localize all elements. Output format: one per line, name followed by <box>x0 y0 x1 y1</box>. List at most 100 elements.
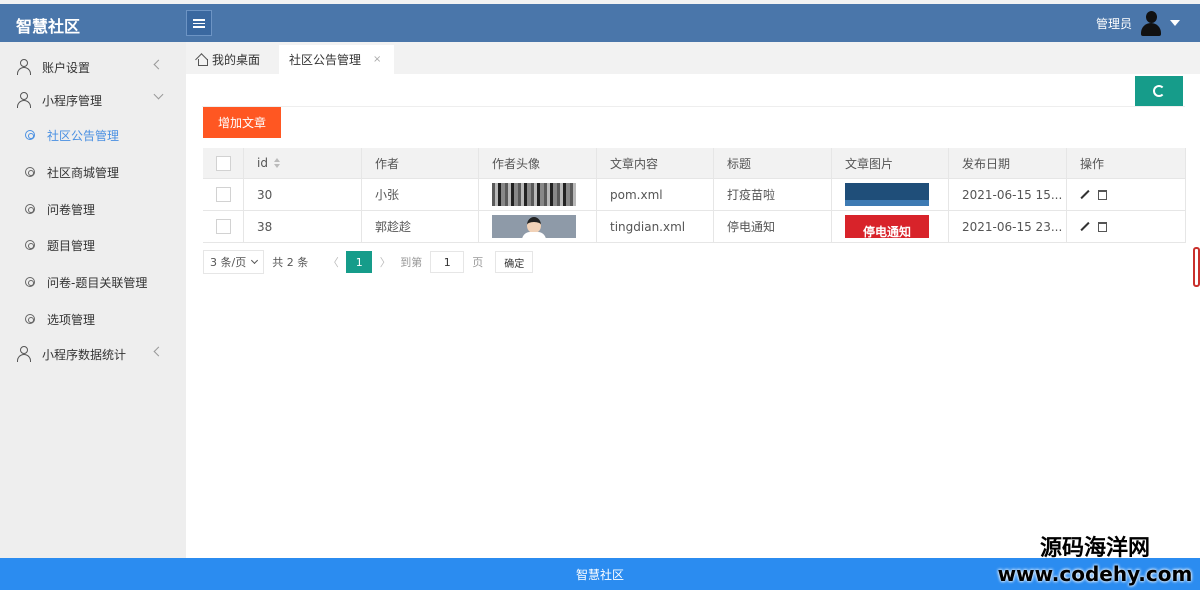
sidebar: 账户设置 小程序管理 社区公告管理 社区商城管理 问卷管理 题目管理 问卷-题目… <box>0 42 186 558</box>
cell-date: 2021-06-15 23... <box>949 211 1067 242</box>
circle-icon <box>25 240 35 250</box>
cell-actions <box>1067 211 1186 242</box>
main-content: 增加文章 id 作者 作者头像 文章内容 标题 文章图片 发布日期 操作 30 … <box>186 74 1200 558</box>
column-header-content: 文章内容 <box>597 148 714 178</box>
sidebar-subitem-label: 题目管理 <box>47 238 96 253</box>
notice-table: id 作者 作者头像 文章内容 标题 文章图片 发布日期 操作 30 小张 po… <box>203 148 1186 243</box>
sidebar-subitem-option-management[interactable]: 选项管理 <box>0 302 186 336</box>
row-checkbox[interactable] <box>216 187 231 202</box>
watermark-line2: www.codehy.com <box>997 562 1193 586</box>
tab-bar: 我的桌面 社区公告管理 × <box>186 42 1200 74</box>
goto-page-input[interactable]: 1 <box>430 251 465 273</box>
watermark-line1: 源码海洋网 <box>1039 536 1150 561</box>
hamburger-icon <box>193 18 205 28</box>
add-article-button[interactable]: 增加文章 <box>203 107 281 138</box>
circle-icon <box>25 130 35 140</box>
caret-down-icon <box>1170 20 1180 26</box>
author-avatar-image <box>492 215 576 238</box>
goto-confirm-button[interactable]: 确定 <box>495 251 534 273</box>
sidebar-subitem-label: 选项管理 <box>47 312 96 327</box>
user-avatar-icon <box>1138 10 1164 36</box>
author-avatar-image <box>492 183 576 206</box>
circle-icon <box>25 277 35 287</box>
user-menu[interactable]: 管理员 <box>1096 10 1180 36</box>
sidebar-subitem-questionnaire-management[interactable]: 问卷管理 <box>0 192 186 226</box>
page-size-value: 3 条/页 <box>210 256 247 269</box>
sidebar-item-label: 账户设置 <box>42 60 91 75</box>
row-select-cell <box>203 211 244 242</box>
sidebar-item-account-settings[interactable]: 账户设置 <box>0 50 186 84</box>
total-count: 共 2 条 <box>272 256 309 269</box>
chevron-down-icon <box>153 89 164 100</box>
cell-article-image: 停电通知 <box>832 211 949 242</box>
cell-id: 38 <box>244 211 362 242</box>
sidebar-subitem-label: 社区公告管理 <box>47 128 120 143</box>
scrollbar-thumb[interactable] <box>1193 247 1200 287</box>
tab-notice-management[interactable]: 社区公告管理 × <box>279 45 394 74</box>
circle-icon <box>25 167 35 177</box>
column-header-author-avatar: 作者头像 <box>479 148 597 178</box>
edit-icon[interactable] <box>1080 190 1090 200</box>
sidebar-item-miniprogram-management[interactable]: 小程序管理 <box>0 83 186 117</box>
circle-icon <box>25 204 35 214</box>
row-select-cell <box>203 179 244 210</box>
refresh-icon <box>1153 85 1165 97</box>
trash-icon[interactable] <box>1098 221 1107 232</box>
watermark: 源码海洋网 www.codehy.com <box>990 536 1200 586</box>
column-header-actions: 操作 <box>1067 148 1186 178</box>
cell-title: 打疫苗啦 <box>714 179 832 210</box>
sidebar-subitem-notice-management[interactable]: 社区公告管理 <box>0 118 186 152</box>
top-header: 智慧社区 管理员 <box>0 4 1200 42</box>
cell-author-avatar <box>479 179 597 210</box>
sort-icon[interactable] <box>273 158 280 168</box>
menu-toggle-button[interactable] <box>186 10 212 36</box>
sidebar-subitem-label: 社区商城管理 <box>47 165 120 180</box>
select-all-cell <box>203 148 244 178</box>
column-header-title: 标题 <box>714 148 832 178</box>
pagination: 3 条/页 共 2 条 〈 1 〉 到第 1 页 确定 <box>203 249 534 275</box>
chevron-down-icon <box>251 256 259 265</box>
tab-label: 我的桌面 <box>212 53 261 67</box>
sidebar-item-label: 小程序管理 <box>42 93 103 108</box>
column-header-image: 文章图片 <box>832 148 949 178</box>
sidebar-item-miniprogram-stats[interactable]: 小程序数据统计 <box>0 337 186 371</box>
table-row: 30 小张 pom.xml 打疫苗啦 2021-06-15 15... <box>203 179 1186 211</box>
goto-label: 到第 <box>400 256 423 269</box>
user-icon <box>16 346 32 362</box>
tab-my-desktop[interactable]: 我的桌面 <box>196 45 260 74</box>
cell-content: pom.xml <box>597 179 714 210</box>
column-header-id[interactable]: id <box>244 148 362 178</box>
sidebar-subitem-question-management[interactable]: 题目管理 <box>0 228 186 262</box>
sidebar-subitem-questionnaire-question-link[interactable]: 问卷-题目关联管理 <box>0 265 186 299</box>
prev-page-button[interactable]: 〈 <box>320 251 346 273</box>
chevron-left-icon <box>153 346 164 357</box>
next-page-button[interactable]: 〉 <box>372 251 398 273</box>
chevron-left-icon <box>153 59 164 70</box>
home-icon <box>196 54 208 66</box>
cell-title: 停电通知 <box>714 211 832 242</box>
article-image <box>845 183 929 206</box>
page-size-select[interactable]: 3 条/页 <box>203 250 265 274</box>
trash-icon[interactable] <box>1098 189 1107 200</box>
cell-author: 小张 <box>362 179 479 210</box>
current-page-button[interactable]: 1 <box>346 251 373 273</box>
cell-date: 2021-06-15 15... <box>949 179 1067 210</box>
edit-icon[interactable] <box>1080 222 1090 232</box>
sidebar-subitem-label: 问卷管理 <box>47 202 96 217</box>
cell-author: 郭趁趁 <box>362 211 479 242</box>
table-row: 38 郭趁趁 tingdian.xml 停电通知 停电通知 2021-06-15… <box>203 211 1186 243</box>
sidebar-subitem-mall-management[interactable]: 社区商城管理 <box>0 155 186 189</box>
row-checkbox[interactable] <box>216 219 231 234</box>
app-logo-title: 智慧社区 <box>16 17 81 36</box>
divider <box>202 106 1185 107</box>
refresh-button[interactable] <box>1135 76 1183 106</box>
close-icon[interactable]: × <box>373 54 381 65</box>
user-name: 管理员 <box>1095 16 1132 31</box>
sidebar-subitem-label: 问卷-题目关联管理 <box>47 275 148 290</box>
cell-article-image <box>832 179 949 210</box>
cell-content: tingdian.xml <box>597 211 714 242</box>
cell-author-avatar <box>479 211 597 242</box>
goto-unit: 页 <box>472 256 484 269</box>
tab-label: 社区公告管理 <box>289 53 362 67</box>
select-all-checkbox[interactable] <box>216 155 231 171</box>
